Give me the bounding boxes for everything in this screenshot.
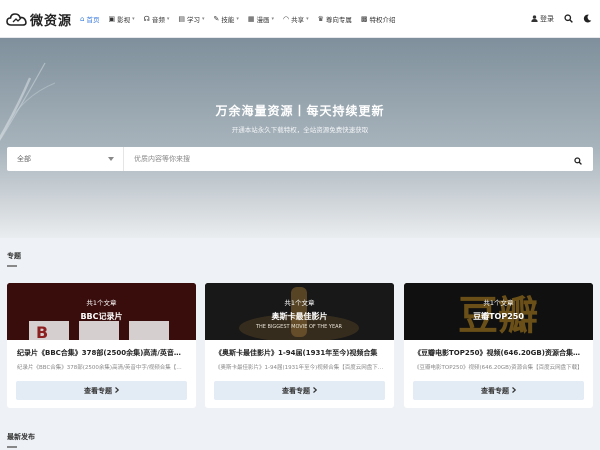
login-link[interactable]: 登录 <box>531 14 554 24</box>
caret-down-icon: ▾ <box>201 16 205 22</box>
search-submit-button[interactable] <box>563 147 593 171</box>
chevron-right-icon <box>115 386 120 395</box>
section-underline <box>7 265 17 267</box>
home-icon: ⌂ <box>80 14 85 23</box>
caret-down-icon: ▾ <box>166 16 170 22</box>
logo-text: 微资源 <box>30 13 73 29</box>
nav-item-label: 首页 <box>86 16 100 24</box>
caret-down-icon: ▾ <box>132 16 135 22</box>
nav-item-label: 漫画 <box>256 16 270 24</box>
caret-down-icon <box>108 155 114 163</box>
nav-item-label: 共享 <box>291 16 305 24</box>
login-label: 登录 <box>540 15 554 23</box>
topic-post-desc: 《奥斯卡最佳影片》1-94届(1931年至今)视频合集【百度云网盘下载】 <box>215 365 385 371</box>
nav-item-label: 音频 <box>151 16 165 24</box>
header-actions: 登录 <box>531 0 592 38</box>
comic-icon: ▦ <box>247 14 255 23</box>
top-header: 微资源 ⌂ 首页 ▣ 影视 ▾ ☊ 音频 ▾ ▤ 学习 ▾ ✎ 技能 ▾ ▦ 漫画 ▾ ◠ 共享 ▾ ♛ 尊向专属 ▩ 特权介… <box>0 0 600 38</box>
topic-name: BBC记录片 <box>80 312 123 321</box>
nav-item-5[interactable]: ✎ 技能 ▾ <box>213 14 238 24</box>
nav-item-label: 影视 <box>117 16 131 24</box>
cloud-logo-icon <box>6 11 28 27</box>
hero-title: 万余海量资源丨每天持续更新 <box>215 104 385 118</box>
topic-name: 豆瓣TOP250 <box>473 312 524 321</box>
topic-card[interactable]: B 共1个文章 BBC记录片 纪录片《BBC合集》378部(2500余集)高清/… <box>7 283 196 408</box>
nav-item-label: 尊向专属 <box>325 16 352 24</box>
topic-post-title[interactable]: 纪录片《BBC合集》378部(2500余集)高清/英音中字 <box>17 348 187 358</box>
caret-down-icon: ▾ <box>306 16 309 22</box>
view-topic-label: 查看专题 <box>84 386 112 395</box>
latest-section-title: 最新发布 <box>7 433 35 441</box>
nav-item-label: 学习 <box>186 16 200 24</box>
site-logo[interactable]: 微资源 <box>6 9 72 29</box>
film-icon: ▣ <box>108 14 116 23</box>
nav-item-9[interactable]: ▩ 特权介绍 <box>361 14 396 24</box>
chevron-right-icon <box>512 386 517 395</box>
search-category-value: 全部 <box>17 155 31 163</box>
book-icon: ▤ <box>178 14 185 23</box>
view-topic-label: 查看专题 <box>481 386 509 395</box>
caret-down-icon: ▾ <box>271 16 274 22</box>
nav-item-label: 技能 <box>221 16 235 24</box>
banner-text: THE BIGGEST MOVIE OF THE YEAR <box>255 324 343 330</box>
search-icon <box>574 150 582 169</box>
section-underline <box>7 446 17 448</box>
nav-item-7[interactable]: ◠ 共享 ▾ <box>283 14 309 24</box>
nav-item-3[interactable]: ☊ 音频 ▾ <box>144 14 170 24</box>
banner-text: B <box>36 323 48 340</box>
wifi-icon: ◠ <box>283 14 290 23</box>
topic-article-count: 共1个文章 <box>483 299 514 307</box>
nav-item-2[interactable]: ▣ 影视 ▾ <box>108 14 134 24</box>
topic-article-count: 共1个文章 <box>284 299 315 307</box>
topic-post-title[interactable]: 《豆瓣电影TOP250》视频(646.20GB)资源合集【百度云网盘下载】 <box>414 348 584 358</box>
search-category-select[interactable]: 全部 <box>7 147 124 171</box>
topic-card[interactable]: 豆瓣 共1个文章 豆瓣TOP250 《豆瓣电影TOP250》视频(646.20G… <box>404 283 593 408</box>
topic-post-title[interactable]: 《奥斯卡最佳影片》1-94届(1931年至今)视频合集 <box>215 348 385 358</box>
view-topic-button[interactable]: 查看专题 <box>214 381 385 400</box>
topics-section-title: 专题 <box>7 252 21 260</box>
search-input[interactable] <box>124 147 563 171</box>
main-nav: ⌂ 首页 ▣ 影视 ▾ ☊ 音频 ▾ ▤ 学习 ▾ ✎ 技能 ▾ ▦ 漫画 ▾ ◠ 共享 ▾ ♛ 尊向专属 ▩ 特权介绍 <box>80 0 396 38</box>
topic-card[interactable]: THE BIGGEST MOVIE OF THE YEAR 共1个文章 奥斯卡最… <box>205 283 394 408</box>
view-topic-button[interactable]: 查看专题 <box>413 381 584 400</box>
hero-subtitle: 开通本站永久下载特权，全站资源免费快速获取 <box>231 126 369 134</box>
search-icon[interactable] <box>564 13 573 25</box>
topic-article-count: 共1个文章 <box>86 299 117 307</box>
hero-banner: 万余海量资源丨每天持续更新 开通本站永久下载特权，全站资源免费快速获取 全部 <box>0 38 600 238</box>
nav-item-4[interactable]: ▤ 学习 ▾ <box>178 14 204 24</box>
topic-name: 奥斯卡最佳影片 <box>271 312 328 321</box>
user-icon <box>531 14 538 24</box>
caret-down-icon: ▾ <box>236 16 239 22</box>
search-bar: 全部 <box>7 147 593 171</box>
nav-item-1[interactable]: ⌂ 首页 <box>80 14 99 24</box>
nav-item-label: 特权介绍 <box>369 16 396 24</box>
nav-item-6[interactable]: ▦ 漫画 ▾ <box>248 14 274 24</box>
topic-post-desc: 纪录片《BBC合集》378部(2500余集)高清/英音中字/视频合集【百度云网盘… <box>17 365 187 371</box>
wrench-icon: ✎ <box>213 14 220 23</box>
view-topic-label: 查看专题 <box>282 386 310 395</box>
badge-icon: ▩ <box>360 14 368 23</box>
topic-post-desc: 《豆瓣电影TOP250》视频(646.20GB)资源合集【百度云网盘下载】 <box>414 365 583 371</box>
vip-icon: ♛ <box>317 14 324 23</box>
headphones-icon: ☊ <box>143 14 150 23</box>
view-topic-button[interactable]: 查看专题 <box>16 381 187 400</box>
nav-item-8[interactable]: ♛ 尊向专属 <box>318 14 352 24</box>
chevron-right-icon <box>313 386 318 395</box>
dark-mode-toggle-icon[interactable] <box>583 14 592 25</box>
